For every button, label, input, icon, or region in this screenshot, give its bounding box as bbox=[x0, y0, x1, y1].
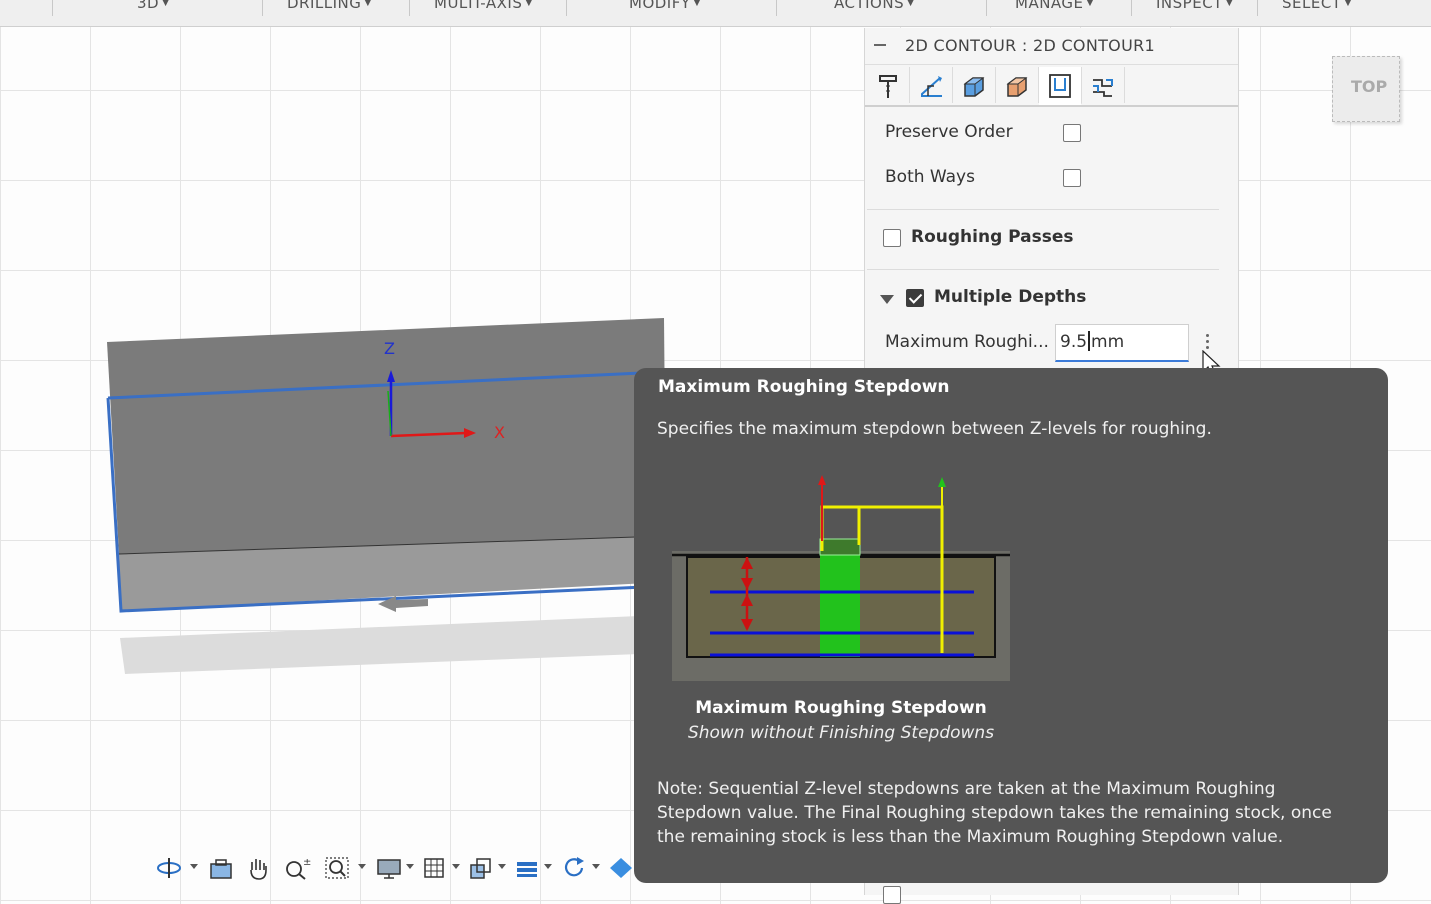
menu-inspect[interactable]: INSPECT ▼ bbox=[1156, 0, 1233, 12]
toolpath-entry bbox=[819, 538, 861, 556]
preserve-order-checkbox[interactable] bbox=[1063, 124, 1081, 142]
tooltip-title: Maximum Roughing Stepdown bbox=[658, 377, 950, 397]
multiaxis-icon bbox=[1093, 79, 1113, 97]
caret-down-icon: ▼ bbox=[1344, 0, 1352, 8]
tab-linking[interactable] bbox=[1039, 67, 1082, 105]
toolbar-separator bbox=[262, 0, 263, 16]
refresh-icon[interactable] bbox=[562, 856, 588, 880]
svg-text:±: ± bbox=[303, 857, 311, 868]
caret-down-icon: ▼ bbox=[1086, 0, 1094, 8]
navigation-toolbar: ± bbox=[150, 850, 640, 886]
section-divider bbox=[867, 209, 1219, 210]
collapse-icon[interactable] bbox=[874, 44, 886, 46]
multiple-depths-label: Multiple Depths bbox=[934, 287, 1087, 307]
panel-header: 2D CONTOUR : 2D CONTOUR1 bbox=[865, 28, 1238, 65]
effects-icon[interactable] bbox=[608, 856, 634, 880]
toolbar-separator bbox=[776, 0, 777, 16]
view-cube-icon[interactable] bbox=[468, 856, 494, 880]
pan-icon[interactable] bbox=[246, 856, 272, 880]
caret-down-icon: ▼ bbox=[162, 0, 170, 8]
layers-icon[interactable] bbox=[514, 856, 540, 880]
orbit-dropdown-caret[interactable] bbox=[190, 864, 198, 869]
layers-dropdown-caret[interactable] bbox=[544, 864, 552, 869]
x-axis-label: X bbox=[494, 423, 505, 442]
caret-down-icon: ▼ bbox=[907, 0, 915, 8]
tooltip-illustration bbox=[672, 461, 1010, 681]
look-at-icon[interactable] bbox=[208, 856, 234, 880]
tooltip: Maximum Roughing Stepdown Specifies the … bbox=[634, 368, 1388, 883]
top-toolbar: 3D ▼ DRILLING ▼ MULTI-AXIS ▼ MODIFY ▼ ACTION… bbox=[0, 0, 1431, 27]
tooltip-note: Note: Sequential Z-level stepdowns are t… bbox=[657, 779, 1332, 847]
geometry-icon bbox=[921, 76, 942, 97]
tab-tool[interactable] bbox=[867, 67, 910, 103]
zoom-dropdown-caret[interactable] bbox=[358, 864, 366, 869]
input-value: 9.5 bbox=[1060, 332, 1088, 352]
input-unit: mm bbox=[1091, 332, 1125, 352]
view-dropdown-caret[interactable] bbox=[498, 864, 506, 869]
tab-multiaxis[interactable] bbox=[1082, 67, 1125, 103]
section-divider bbox=[867, 269, 1219, 270]
menu-actions[interactable]: ACTIONS ▼ bbox=[834, 0, 915, 12]
caret-down-icon: ▼ bbox=[364, 0, 372, 8]
tooltip-description: Specifies the maximum stepdown between Z… bbox=[657, 419, 1212, 439]
panel-tabs bbox=[865, 65, 1238, 107]
zoom-window-icon[interactable] bbox=[324, 856, 352, 880]
both-ways-label: Both Ways bbox=[885, 167, 975, 187]
menu-select[interactable]: SELECT ▼ bbox=[1282, 0, 1352, 12]
caret-down-icon: ▼ bbox=[1225, 0, 1234, 8]
caret-down-icon: ▼ bbox=[525, 0, 533, 8]
tab-heights[interactable] bbox=[953, 67, 996, 103]
expand-triangle-icon[interactable] bbox=[880, 295, 894, 304]
max-roughing-stepdown-input[interactable]: 9.5 mm bbox=[1055, 324, 1189, 362]
toolbar-separator bbox=[566, 0, 567, 16]
display-settings-icon[interactable] bbox=[376, 856, 402, 880]
illustration-caption-title: Maximum Roughing Stepdown bbox=[695, 698, 987, 718]
menu-drilling[interactable]: DRILLING ▼ bbox=[287, 0, 372, 12]
caret-down-icon: ▼ bbox=[693, 0, 701, 8]
max-roughing-label: Maximum Roughi... bbox=[885, 332, 1049, 352]
toolbar-separator bbox=[1131, 0, 1132, 16]
menu-multi-axis[interactable]: MULTI-AXIS ▼ bbox=[434, 0, 533, 12]
view-cube[interactable]: TOP bbox=[1332, 56, 1400, 122]
toolpath-green bbox=[820, 539, 860, 657]
grid-icon[interactable] bbox=[422, 856, 448, 880]
tool-icon bbox=[879, 75, 897, 98]
illustration-caption-subtitle: Shown without Finishing Stepdowns bbox=[687, 723, 995, 743]
zoom-icon[interactable]: ± bbox=[284, 856, 312, 880]
z-axis-label: Z bbox=[384, 339, 395, 358]
passes-icon bbox=[1006, 77, 1028, 97]
toolbar-separator bbox=[986, 0, 987, 16]
menu-3d[interactable]: 3D ▼ bbox=[137, 0, 170, 12]
tab-passes[interactable] bbox=[996, 67, 1039, 103]
linking-icon bbox=[1049, 74, 1071, 98]
grid-dropdown-caret[interactable] bbox=[452, 864, 460, 869]
multiple-depths-checkbox[interactable] bbox=[906, 289, 924, 307]
toolbar-separator bbox=[409, 0, 410, 16]
stock-to-leave-checkbox[interactable] bbox=[883, 886, 901, 904]
roughing-passes-label: Roughing Passes bbox=[911, 227, 1074, 247]
display-dropdown-caret[interactable] bbox=[406, 864, 414, 869]
menu-manage[interactable]: MANAGE ▼ bbox=[1015, 0, 1094, 12]
refresh-dropdown-caret[interactable] bbox=[592, 864, 600, 869]
panel-title: 2D CONTOUR : 2D CONTOUR1 bbox=[905, 36, 1155, 55]
text-cursor bbox=[1088, 331, 1091, 351]
both-ways-checkbox[interactable] bbox=[1063, 169, 1081, 187]
tab-geometry[interactable] bbox=[910, 67, 953, 103]
view-cube-face-label: TOP bbox=[1351, 77, 1388, 96]
toolbar-separator bbox=[1257, 0, 1258, 16]
preserve-order-label: Preserve Order bbox=[885, 122, 1013, 142]
model-shadow bbox=[120, 616, 640, 674]
orbit-icon[interactable] bbox=[156, 856, 182, 880]
toolbar-separator bbox=[52, 0, 53, 16]
menu-modify[interactable]: MODIFY ▼ bbox=[629, 0, 701, 12]
heights-icon bbox=[963, 77, 985, 97]
roughing-passes-checkbox[interactable] bbox=[883, 229, 901, 247]
